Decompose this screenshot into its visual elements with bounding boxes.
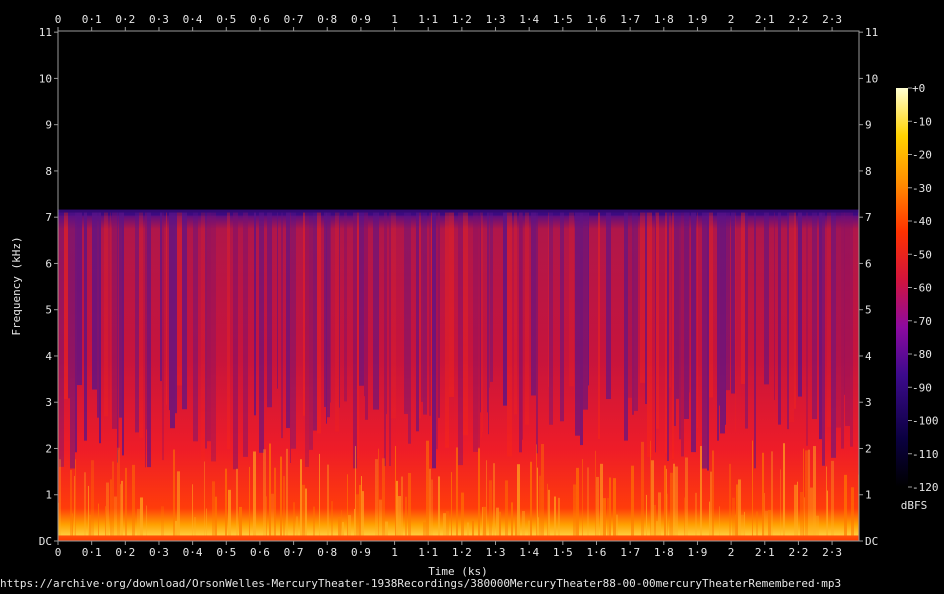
x-tick-top-label: 2·3 [822, 13, 842, 26]
x-tick-bottom-label: 0·9 [351, 546, 371, 559]
x-tick-top-label: 0·2 [115, 13, 135, 26]
x-tick-top-label: 1·2 [452, 13, 472, 26]
colorbar-tick-label: -120 [912, 481, 939, 494]
x-tick-top-label: 1·4 [519, 13, 539, 26]
x-tick-top-label: 1 [391, 13, 398, 26]
y-tick-left-label: 2 [45, 442, 52, 455]
x-tick-bottom-label: 1·8 [654, 546, 674, 559]
spectrogram-chart: 0 0·1 0·2 0·3 0·4 0·5 0·6 0·7 0·8 0·9 1 1·1 1·2 1·3 1·… [0, 13, 939, 590]
x-tick-top-label: 2·1 [755, 13, 775, 26]
colorbar-tick-label: -50 [912, 248, 932, 261]
colorbar-tick-label: -110 [912, 448, 939, 461]
y-tick-right-label: 5 [865, 304, 872, 317]
x-tick-top-label: 2 [728, 13, 735, 26]
x-tick-bottom-label: 2·2 [788, 546, 808, 559]
x-tick-top-label: 1·3 [486, 13, 506, 26]
x-tick-top-label: 0 [55, 13, 62, 26]
y-tick-left-label: 3 [45, 396, 52, 409]
colorbar-tick-label: -20 [912, 149, 932, 162]
y-tick-right-label: 8 [865, 165, 872, 178]
x-tick-top-label: 1·7 [620, 13, 640, 26]
colorbar-tick-label: -100 [912, 415, 939, 428]
colorbar-tick-label: +0 [912, 82, 925, 95]
colorbar-tick-label: -10 [912, 115, 932, 128]
x-tick-bottom-label: 1·7 [620, 546, 640, 559]
x-tick-bottom-label: 1·2 [452, 546, 472, 559]
x-tick-top-label: 0·3 [149, 13, 169, 26]
x-tick-bottom-label: 1·5 [553, 546, 573, 559]
x-tick-top-label: 2·2 [788, 13, 808, 26]
y-tick-right-label: 3 [865, 396, 872, 409]
colorbar-label: dBFS [901, 499, 928, 512]
x-tick-bottom-label: 0·2 [115, 546, 135, 559]
y-tick-left-label: 11 [39, 26, 52, 39]
x-tick-bottom-label: 0·7 [284, 546, 304, 559]
x-tick-bottom-label: 0 [55, 546, 62, 559]
spectrum-layer [58, 209, 859, 541]
x-tick-bottom-label: 1·1 [418, 546, 438, 559]
x-tick-top-label: 0·6 [250, 13, 270, 26]
y-tick-right-label: DC [865, 535, 878, 548]
x-ticks-bottom: 0 0·1 0·2 0·3 0·4 0·5 0·6 0·7 0·8 0·9 1 1·1 1·2 1·3 1·… [55, 541, 842, 559]
x-tick-top-label: 1·8 [654, 13, 674, 26]
x-tick-bottom-label: 2 [728, 546, 735, 559]
y-tick-left-label: 1 [45, 489, 52, 502]
y-tick-left-label: 10 [39, 72, 52, 85]
y-ticks-left: DC 1 2 3 4 5 6 7 8 9 10 11 [39, 26, 58, 548]
y-ticks-right: DC 1 2 3 4 5 6 7 8 9 10 11 [859, 26, 878, 548]
colorbar-tick-label: -80 [912, 348, 932, 361]
y-tick-left-label: 5 [45, 304, 52, 317]
y-tick-right-label: 11 [865, 26, 878, 39]
y-tick-right-label: 10 [865, 72, 878, 85]
y-tick-left-label: 6 [45, 257, 52, 270]
x-tick-top-label: 0·7 [284, 13, 304, 26]
x-tick-bottom-label: 0·4 [183, 546, 203, 559]
x-tick-top-label: 1·1 [418, 13, 438, 26]
x-tick-bottom-label: 1·3 [486, 546, 506, 559]
x-tick-bottom-label: 2·3 [822, 546, 842, 559]
x-tick-top-label: 0·4 [183, 13, 203, 26]
colorbar-tick-label: -90 [912, 381, 932, 394]
x-tick-top-label: 1·5 [553, 13, 573, 26]
x-tick-bottom-label: 0·6 [250, 546, 270, 559]
x-tick-top-label: 0·1 [82, 13, 102, 26]
x-tick-top-label: 1·6 [587, 13, 607, 26]
x-tick-bottom-label: 2·1 [755, 546, 775, 559]
x-tick-bottom-label: 0·5 [216, 546, 236, 559]
x-ticks-top: 0 0·1 0·2 0·3 0·4 0·5 0·6 0·7 0·8 0·9 1 1·1 1·2 1·3 1·… [55, 13, 842, 31]
x-tick-bottom-label: 0·1 [82, 546, 102, 559]
x-tick-bottom-label: 0·8 [317, 546, 337, 559]
x-tick-bottom-label: 1·4 [519, 546, 539, 559]
y-tick-right-label: 1 [865, 489, 872, 502]
colorbar-ticks: +0 -10 -20 -30 -40 -50 -60 -70 -80 -90 -100 -110 -12… [908, 82, 939, 494]
colorbar [896, 88, 908, 487]
y-tick-left-label: DC [39, 535, 52, 548]
colorbar-tick-label: -60 [912, 282, 932, 295]
spectrogram-figure: 0 0·1 0·2 0·3 0·4 0·5 0·6 0·7 0·8 0·9 1 1·1 1·2 1·3 1·… [0, 0, 944, 591]
x-tick-top-label: 0·5 [216, 13, 236, 26]
y-tick-right-label: 4 [865, 350, 872, 363]
source-url: https://archive·org/download/OrsonWelles… [0, 577, 841, 590]
x-tick-bottom-label: 1·9 [688, 546, 708, 559]
y-tick-right-label: 6 [865, 257, 872, 270]
colorbar-tick-label: -40 [912, 215, 932, 228]
y-tick-right-label: 9 [865, 119, 872, 132]
y-tick-left-label: 8 [45, 165, 52, 178]
y-tick-left-label: 9 [45, 119, 52, 132]
colorbar-tick-label: -30 [912, 182, 932, 195]
x-tick-bottom-label: 1 [391, 546, 398, 559]
x-tick-bottom-label: 0·3 [149, 546, 169, 559]
x-tick-top-label: 0·9 [351, 13, 371, 26]
x-tick-top-label: 1·9 [688, 13, 708, 26]
y-axis-label: Frequency (kHz) [10, 236, 23, 335]
x-tick-top-label: 0·8 [317, 13, 337, 26]
y-tick-right-label: 2 [865, 442, 872, 455]
dc-band [58, 535, 859, 541]
y-tick-right-label: 7 [865, 211, 872, 224]
x-tick-bottom-label: 1·6 [587, 546, 607, 559]
y-tick-left-label: 7 [45, 211, 52, 224]
y-tick-left-label: 4 [45, 350, 52, 363]
colorbar-tick-label: -70 [912, 315, 932, 328]
